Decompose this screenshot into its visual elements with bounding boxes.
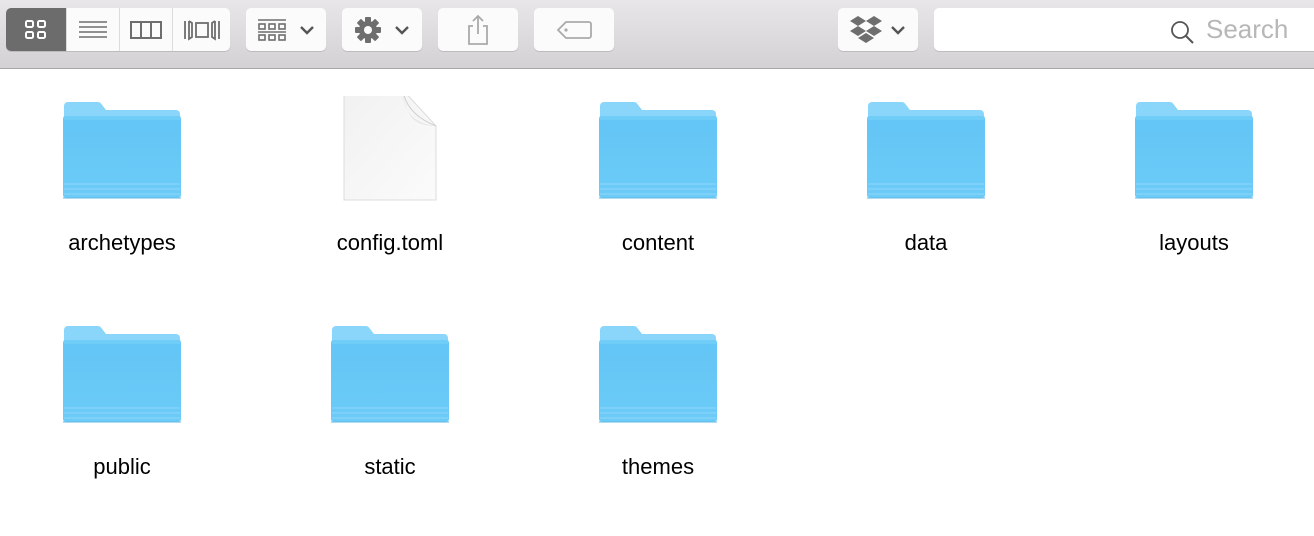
chevron-down-icon <box>395 25 409 35</box>
folder-icon <box>596 320 720 430</box>
item-label: data <box>904 230 948 255</box>
item-label: public <box>93 454 151 479</box>
search-field[interactable] <box>934 8 1314 51</box>
search-input[interactable] <box>1206 14 1311 44</box>
file-item-config-toml[interactable]: config.toml <box>290 89 490 256</box>
folder-item-data[interactable]: data <box>826 96 1026 256</box>
cover-flow-icon <box>183 19 220 41</box>
folder-icon <box>60 320 184 430</box>
folder-icon <box>864 96 988 206</box>
folder-item-content[interactable]: content <box>558 96 758 256</box>
finder-toolbar <box>0 0 1314 69</box>
arrange-grid-icon <box>258 18 286 41</box>
search-icon <box>1171 21 1194 44</box>
document-icon <box>328 89 452 206</box>
folder-icon <box>328 320 452 430</box>
folder-icon <box>596 96 720 206</box>
share-icon <box>468 14 488 45</box>
folder-icon <box>1132 96 1256 206</box>
folder-icon <box>60 96 184 206</box>
list-icon <box>79 20 107 38</box>
folder-item-static[interactable]: static <box>290 320 490 480</box>
item-label: layouts <box>1159 230 1229 255</box>
view-mode-segmented-control <box>6 8 230 51</box>
action-button[interactable] <box>342 8 422 51</box>
tag-icon <box>556 20 592 39</box>
dropbox-button[interactable] <box>838 8 918 51</box>
folder-item-archetypes[interactable]: archetypes <box>22 96 222 256</box>
item-label: content <box>621 230 695 255</box>
arrange-button[interactable] <box>246 8 326 51</box>
folder-item-layouts[interactable]: layouts <box>1094 96 1294 256</box>
item-label: config.toml <box>336 230 444 255</box>
folder-item-themes[interactable]: themes <box>558 320 758 480</box>
share-button[interactable] <box>438 8 518 51</box>
folder-item-public[interactable]: public <box>22 320 222 480</box>
chevron-down-icon <box>891 25 905 35</box>
grid-icon <box>25 19 46 39</box>
columns-icon <box>130 20 162 39</box>
item-label: archetypes <box>68 230 176 255</box>
dropbox-icon <box>850 15 882 43</box>
item-label: themes <box>621 454 695 479</box>
icon-view-button[interactable] <box>6 8 67 51</box>
list-view-button[interactable] <box>67 8 120 51</box>
column-view-button[interactable] <box>120 8 173 51</box>
chevron-down-icon <box>300 25 314 35</box>
gear-icon <box>355 16 381 43</box>
item-label: static <box>364 454 416 479</box>
cover-flow-view-button[interactable] <box>173 8 230 51</box>
tag-button[interactable] <box>534 8 614 51</box>
